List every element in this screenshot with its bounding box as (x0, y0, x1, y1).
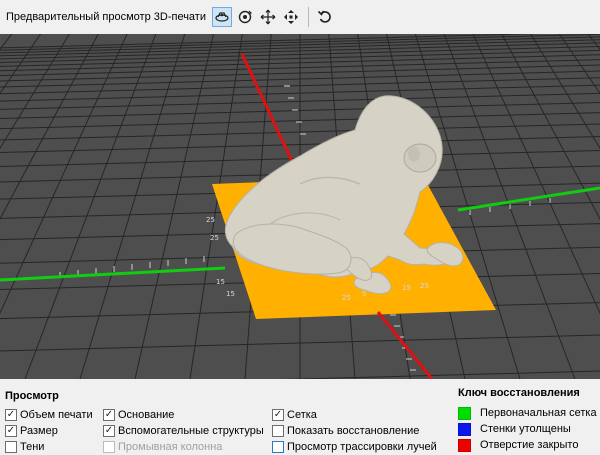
option-checkbox[interactable]: ✓ Размер (5, 424, 58, 438)
panel-title: Просмотр (5, 390, 59, 402)
rotate-button[interactable] (235, 7, 255, 27)
y-axis-line-bottom (376, 311, 434, 379)
option-label: Промывная колонна (118, 441, 223, 453)
color-swatch (458, 422, 471, 436)
checkbox-box (103, 441, 115, 453)
x-axis-line-right (457, 186, 600, 212)
grid-line (0, 34, 154, 379)
key-item: Первоначальная сетка (458, 406, 597, 420)
tick-label: 5 (362, 290, 366, 298)
window-title: Предварительный просмотр 3D-печати (6, 11, 206, 23)
checkbox-box (272, 425, 284, 437)
key-item-label: Первоначальная сетка (480, 407, 597, 419)
view-icon (215, 12, 229, 22)
option-label: Основание (118, 409, 175, 421)
y-axis-line (240, 53, 300, 175)
grid-line (0, 34, 158, 379)
option-checkbox[interactable]: ✓ Основание (103, 408, 174, 422)
key-item-label: Стенки утолщены (480, 423, 571, 435)
rotate-icon (238, 10, 253, 24)
checkmark-icon: ✓ (103, 409, 115, 421)
grid-line (0, 34, 188, 379)
checkmark-icon: ✓ (103, 425, 115, 437)
move-icon (283, 10, 298, 24)
color-swatch (458, 438, 471, 452)
frog-eye (403, 143, 437, 173)
grid-line (0, 34, 165, 379)
option-label: Размер (20, 425, 58, 437)
tick-label: 25 (420, 282, 429, 290)
option-checkbox[interactable]: ✓ Вспомогательные структуры (103, 424, 264, 438)
grid-line (0, 34, 196, 379)
option-checkbox: Промывная колонна (103, 440, 222, 454)
option-label: Сетка (287, 409, 317, 421)
repair-key-title: Ключ восстановления (458, 387, 580, 399)
checkbox-box (272, 441, 284, 453)
color-swatch (458, 406, 471, 420)
tick-label: 25 (206, 216, 215, 224)
tick-label: 15 (226, 290, 235, 298)
toolbar: Предварительный просмотр 3D-печати (0, 0, 600, 34)
tick-label: 15 (216, 278, 225, 286)
checkmark-icon: ✓ (5, 409, 17, 421)
tick-label: 25 (342, 294, 351, 302)
pan-icon (260, 9, 276, 25)
3d-scene[interactable]: 2525151525551525 (0, 34, 600, 379)
option-label: Тени (20, 441, 45, 453)
move-button[interactable] (281, 7, 301, 27)
tick-label: 15 (402, 284, 411, 292)
option-checkbox[interactable]: Просмотр трассировки лучей (272, 440, 437, 454)
preview-panel: Просмотр ✓ Объем печати ✓ Размер Тени ✓ Основа… (0, 379, 600, 455)
option-label: Показать восстановление (287, 425, 420, 437)
key-item: Отверстие закрыто (458, 438, 578, 452)
3d-viewport[interactable]: 2525151525551525 (0, 34, 600, 379)
option-checkbox[interactable]: ✓ Объем печати (5, 408, 93, 422)
option-checkbox[interactable]: ✓ Сетка (272, 408, 317, 422)
key-item-label: Отверстие закрыто (480, 439, 579, 451)
grid-line (0, 34, 169, 379)
view-button[interactable] (211, 7, 232, 27)
tick-label: 25 (210, 234, 219, 242)
grid-line (0, 34, 177, 379)
grid-line (0, 34, 185, 379)
option-label: Просмотр трассировки лучей (287, 441, 437, 453)
grid-line (0, 34, 161, 379)
toolbar-separator (307, 7, 309, 27)
x-axis-line (0, 266, 226, 282)
option-checkbox[interactable]: Тени (5, 440, 44, 454)
checkmark-icon: ✓ (272, 409, 284, 421)
key-item: Стенки утолщены (458, 422, 571, 436)
grid-line (0, 34, 146, 379)
checkbox-box (5, 441, 17, 453)
reset-icon (317, 10, 331, 23)
pan-button[interactable] (258, 7, 278, 27)
checkmark-icon: ✓ (5, 425, 17, 437)
option-label: Объем печати (20, 409, 93, 421)
grid-line (0, 34, 150, 379)
option-label: Вспомогательные структуры (118, 425, 264, 437)
option-checkbox[interactable]: Показать восстановление (272, 424, 419, 438)
reset-view-button[interactable] (315, 7, 335, 27)
